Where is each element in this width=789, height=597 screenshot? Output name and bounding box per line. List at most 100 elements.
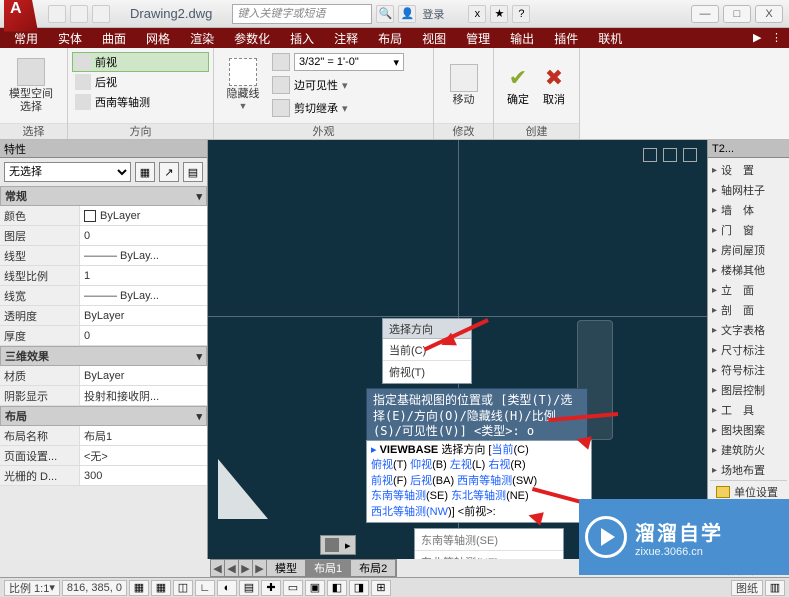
palette-item[interactable]: 设 置 xyxy=(710,160,787,180)
palette-item[interactable]: 楼梯其他 xyxy=(710,260,787,280)
menu-item[interactable]: 插入 xyxy=(290,30,314,47)
app-logo[interactable] xyxy=(4,0,38,32)
filter-icon[interactable]: ▤ xyxy=(183,162,203,182)
prop-val[interactable]: ByLayer xyxy=(80,206,207,225)
prop-val[interactable]: ——— ByLay... xyxy=(80,286,207,305)
edge-visibility-button[interactable]: 边可见性 ▾ xyxy=(272,75,404,95)
help-drop-icon[interactable]: ? xyxy=(512,5,530,23)
view-back[interactable]: 后视 xyxy=(72,72,209,92)
tab-model[interactable]: 模型 xyxy=(267,560,306,576)
palette-item[interactable]: 文字表格 xyxy=(710,320,787,340)
palette-item[interactable]: 建筑防火 xyxy=(710,440,787,460)
palette-tab[interactable]: 特性 xyxy=(0,140,207,158)
prop-val[interactable]: 投射和接收阴... xyxy=(80,386,207,405)
dropdown-icon[interactable]: ⋮ xyxy=(771,31,785,45)
status-toggle[interactable]: ◐ xyxy=(217,580,237,596)
prop-val[interactable]: <无> xyxy=(80,446,207,465)
palette-item[interactable]: 图层控制 xyxy=(710,380,787,400)
prop-val[interactable]: 0 xyxy=(80,326,207,345)
status-paper[interactable]: 图纸 xyxy=(731,580,763,596)
scale-dropdown[interactable]: 3/32" = 1'-0"▾ xyxy=(294,53,404,71)
status-toggle[interactable]: ▦ xyxy=(129,580,149,596)
palette-item[interactable]: 房间屋顶 xyxy=(710,240,787,260)
exchange-icon[interactable]: x xyxy=(468,5,486,23)
status-toggle[interactable]: ◫ xyxy=(173,580,193,596)
selection-dropdown[interactable]: 无选择 xyxy=(4,162,131,182)
palette-item[interactable]: 门 窗 xyxy=(710,220,787,240)
palette-close-icon[interactable] xyxy=(189,142,203,156)
drawing-viewport[interactable]: 选择方向 当前(C) 俯视(T) 指定基础视图的位置或 [类型(T)/选择(E)… xyxy=(208,140,707,559)
group-3d[interactable]: 三维效果▾ xyxy=(0,346,207,366)
close-button[interactable]: X xyxy=(755,5,783,23)
menu-item[interactable]: 管理 xyxy=(466,30,490,47)
qat-btn[interactable] xyxy=(92,5,110,23)
prop-val[interactable]: 300 xyxy=(80,466,207,485)
view-front[interactable]: 前视 xyxy=(72,52,209,72)
login-label[interactable]: 登录 xyxy=(422,6,444,22)
palette-item[interactable]: 符号标注 xyxy=(710,360,787,380)
ok-button[interactable]: ✔确定 xyxy=(500,61,536,111)
pick-icon[interactable]: ↗ xyxy=(159,162,179,182)
status-toggle[interactable]: ▣ xyxy=(305,580,325,596)
palette-item[interactable]: 场地布置 xyxy=(710,460,787,480)
palette-item[interactable]: 尺寸标注 xyxy=(710,340,787,360)
menu-item[interactable]: 实体 xyxy=(58,30,82,47)
menu-item[interactable]: 联机 xyxy=(598,30,622,47)
palette-item[interactable]: 立 面 xyxy=(710,280,787,300)
menu-item-top[interactable]: 俯视(T) xyxy=(383,361,471,383)
menu-item[interactable]: 网格 xyxy=(146,30,170,47)
model-space-select-button[interactable]: 模型空间 选择 xyxy=(6,53,56,119)
expand-icon[interactable]: ▶ xyxy=(753,31,767,45)
menu-item[interactable]: 参数化 xyxy=(234,30,270,47)
status-toggle[interactable]: ▦ xyxy=(151,580,171,596)
prop-val[interactable]: 1 xyxy=(80,266,207,285)
status-toggle[interactable]: ✚ xyxy=(261,580,281,596)
menu-item[interactable]: 常用 xyxy=(14,30,38,47)
view-sw-iso[interactable]: 西南等轴测 xyxy=(72,92,209,112)
tab-layout1[interactable]: 布局1 xyxy=(306,560,351,576)
prop-val[interactable]: ByLayer xyxy=(80,306,207,325)
menu-item[interactable]: 布局 xyxy=(378,30,402,47)
status-toggle[interactable]: ⊞ xyxy=(371,580,391,596)
cancel-button[interactable]: ✖取消 xyxy=(536,61,572,111)
minimize-button[interactable]: — xyxy=(691,5,719,23)
prop-val[interactable]: 0 xyxy=(80,226,207,245)
palette-item[interactable]: 轴网柱子 xyxy=(710,180,787,200)
group-general[interactable]: 常规▾ xyxy=(0,186,207,206)
submenu-item[interactable]: 东北等轴测(NE) xyxy=(415,551,563,559)
palette-item-unit[interactable]: 单位设置 xyxy=(710,480,787,500)
vp-minimize-icon[interactable] xyxy=(643,148,657,162)
menu-item[interactable]: 视图 xyxy=(422,30,446,47)
status-toggle[interactable]: ▥ xyxy=(765,580,785,596)
palette-item[interactable]: 墙 体 xyxy=(710,200,787,220)
maximize-button[interactable]: □ xyxy=(723,5,751,23)
group-layout[interactable]: 布局▾ xyxy=(0,406,207,426)
vp-maximize-icon[interactable] xyxy=(663,148,677,162)
tool-palette-tab[interactable]: T2... xyxy=(708,140,789,158)
qat-btn[interactable] xyxy=(48,5,66,23)
tab-nav-next[interactable]: ▶ xyxy=(239,560,253,576)
status-scale[interactable]: 比例 1:1 ▾ xyxy=(4,580,60,596)
tab-layout2[interactable]: 布局2 xyxy=(351,560,396,576)
hidden-lines-button[interactable]: 隐藏线 ▼ xyxy=(220,52,266,118)
help-icon[interactable]: ★ xyxy=(490,5,508,23)
status-toggle[interactable]: ◧ xyxy=(327,580,347,596)
prop-val[interactable]: 布局1 xyxy=(80,426,207,445)
quick-select-icon[interactable]: ▦ xyxy=(135,162,155,182)
palette-item[interactable]: 剖 面 xyxy=(710,300,787,320)
menu-item[interactable]: 注释 xyxy=(334,30,358,47)
drag-handle-icon[interactable] xyxy=(325,538,339,552)
menu-item[interactable]: 输出 xyxy=(510,30,534,47)
menu-item[interactable]: 渲染 xyxy=(190,30,214,47)
tab-nav-first[interactable]: ◀ xyxy=(211,560,225,576)
status-toggle[interactable]: ▤ xyxy=(239,580,259,596)
user-icon[interactable]: 👤 xyxy=(398,5,416,23)
cut-inherit-button[interactable]: 剪切继承 ▾ xyxy=(272,98,404,118)
menu-item[interactable]: 曲面 xyxy=(102,30,126,47)
menu-item[interactable]: 插件 xyxy=(554,30,578,47)
command-line-handle[interactable]: ▸ xyxy=(320,535,356,555)
status-toggle[interactable]: ◨ xyxy=(349,580,369,596)
tab-nav-last[interactable]: ▶ xyxy=(253,560,267,576)
submenu-item[interactable]: 东南等轴测(SE) xyxy=(415,529,563,551)
qat-btn[interactable] xyxy=(70,5,88,23)
